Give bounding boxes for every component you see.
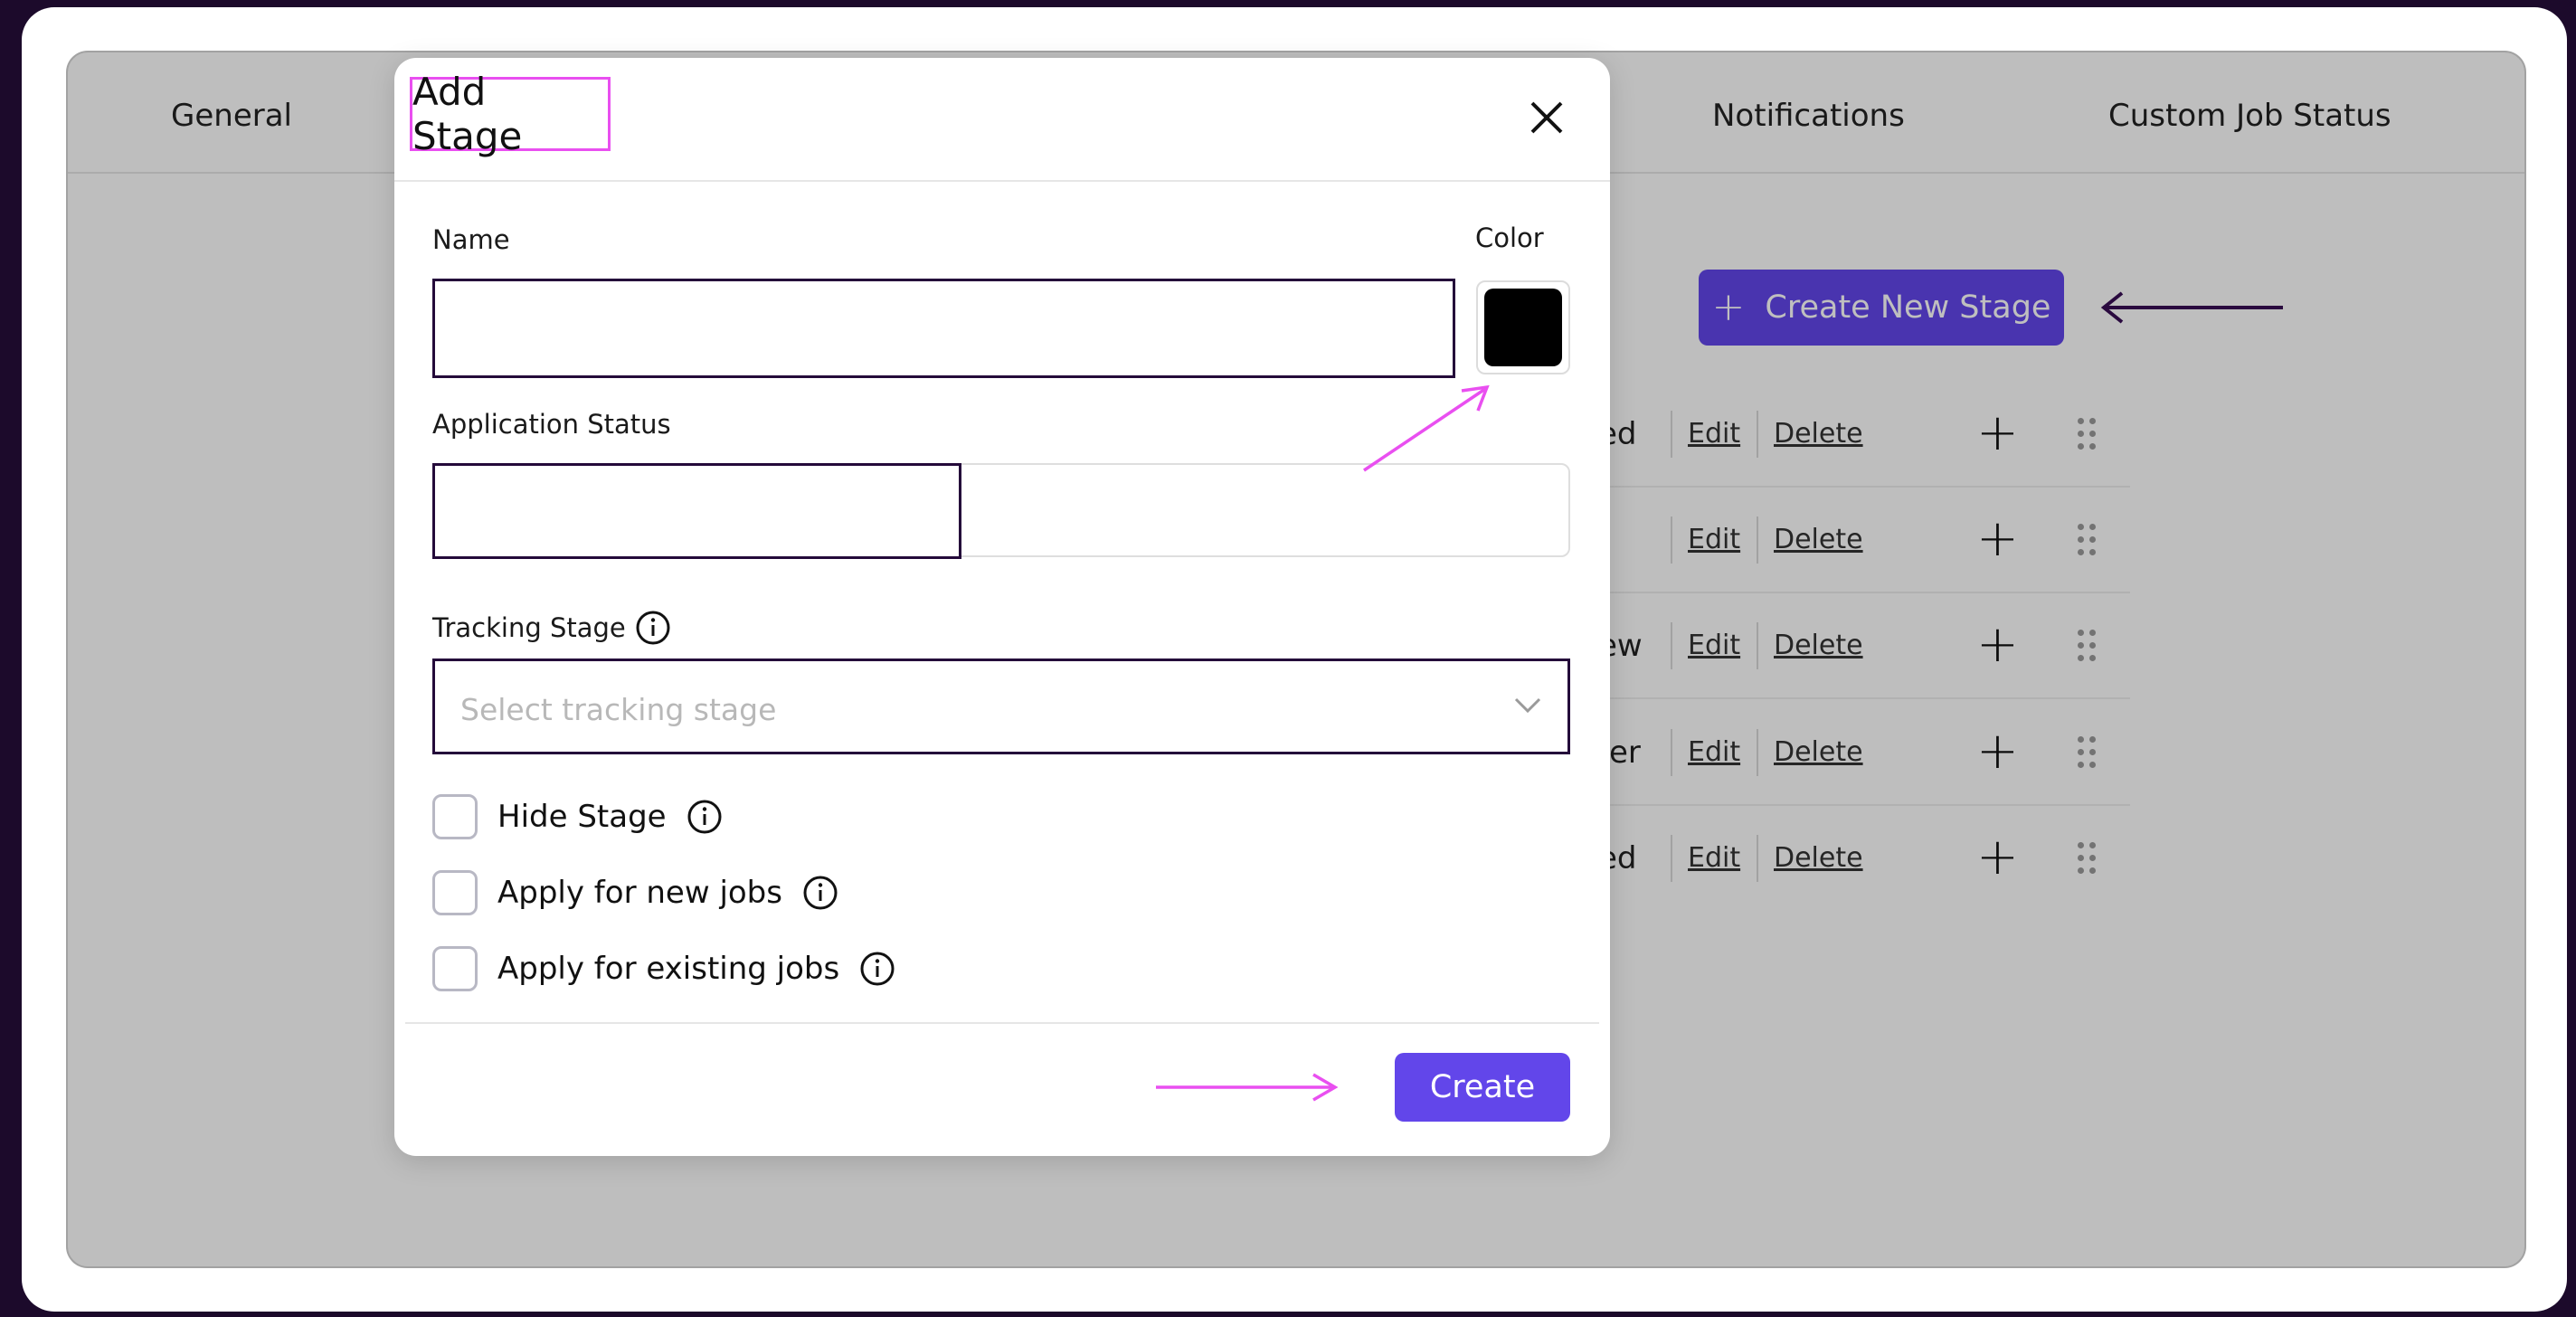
name-input[interactable]	[432, 279, 1455, 378]
apply-existing-jobs-checkbox[interactable]	[432, 946, 478, 991]
tracking-stage-label-row: Tracking Stage	[432, 610, 671, 646]
tracking-stage-placeholder: Select tracking stage	[460, 692, 777, 727]
info-icon[interactable]	[635, 610, 671, 646]
color-label: Color	[1475, 223, 1544, 253]
create-button[interactable]: Create	[1395, 1053, 1570, 1122]
chevron-down-icon	[1514, 697, 1541, 714]
application-status-label: Application Status	[432, 409, 671, 440]
apply-new-jobs-label: Apply for new jobs	[497, 875, 782, 911]
hide-stage-option: Hide Stage	[432, 794, 723, 839]
apply-new-jobs-checkbox[interactable]	[432, 870, 478, 915]
name-label: Name	[432, 224, 510, 255]
application-status-input[interactable]	[432, 463, 961, 559]
info-icon[interactable]	[687, 799, 723, 835]
hide-stage-checkbox[interactable]	[432, 794, 478, 839]
annotation-arrow-left	[2100, 291, 2283, 324]
tracking-stage-select[interactable]: Select tracking stage	[432, 658, 1570, 754]
apply-new-jobs-option: Apply for new jobs	[432, 870, 838, 915]
close-icon[interactable]	[1527, 98, 1567, 137]
modal-header: Add Stage	[394, 58, 1610, 182]
apply-existing-jobs-option: Apply for existing jobs	[432, 946, 895, 991]
apply-existing-jobs-label: Apply for existing jobs	[497, 951, 840, 987]
tracking-stage-label: Tracking Stage	[432, 612, 626, 643]
hide-stage-label: Hide Stage	[497, 799, 667, 835]
add-stage-modal: Add Stage Name Color Application Status …	[394, 58, 1610, 1156]
modal-title: Add Stage	[410, 70, 611, 158]
info-icon[interactable]	[802, 875, 838, 911]
color-picker[interactable]	[1476, 280, 1570, 374]
modal-footer-divider	[405, 1022, 1599, 1024]
info-icon[interactable]	[859, 951, 895, 987]
color-swatch	[1484, 289, 1562, 366]
